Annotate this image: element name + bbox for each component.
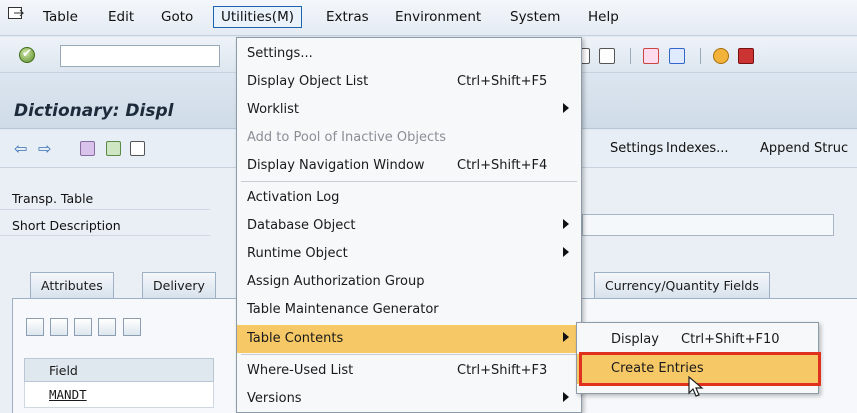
submenu-arrow-icon	[563, 219, 569, 229]
cut-icon[interactable]	[26, 318, 44, 336]
menu-system[interactable]: System	[510, 9, 560, 25]
menu-item-table-maintenance-generator[interactable]: Table Maintenance Generator	[237, 296, 581, 324]
toolbar-icon-group	[574, 48, 757, 64]
menu-extras[interactable]: Extras	[326, 9, 369, 25]
menu-item-add-to-pool: Add to Pool of Inactive Objects	[247, 130, 447, 145]
menu-item-settings[interactable]: Settings...	[237, 40, 581, 68]
mouse-pointer-icon	[688, 376, 704, 397]
menu-goto[interactable]: Goto	[161, 9, 193, 25]
submenu-arrow-icon	[563, 332, 569, 342]
menu-bar: Table Edit Goto Utilities(M) Extras Envi…	[0, 0, 857, 36]
technical-settings-button[interactable]: Settings	[610, 141, 663, 156]
indexes-button[interactable]: Indexes...	[666, 141, 729, 156]
menu-item-display-object-list[interactable]: Display Object List Ctrl+Shift+F5	[237, 68, 581, 96]
table-row[interactable]: MANDT	[24, 382, 214, 408]
forward-arrow-icon[interactable]: ⇨	[38, 139, 51, 158]
menu-item-assign-authorization-group[interactable]: Assign Authorization Group	[237, 268, 581, 296]
toolbar-separator	[630, 48, 632, 64]
menu-help[interactable]: Help	[588, 9, 619, 25]
create-session-icon[interactable]	[643, 48, 660, 64]
menu-item-worklist[interactable]: Worklist	[237, 96, 581, 124]
submenu-arrow-icon	[563, 247, 569, 257]
grid-header: Field	[24, 358, 214, 382]
menu-item-activation-log[interactable]: Activation Log	[237, 184, 581, 212]
field-column-header: Field	[49, 363, 78, 378]
menu-item-table-contents[interactable]: Table Contents	[237, 325, 581, 353]
grid-toolbar	[26, 318, 143, 340]
menu-item-database-object[interactable]: Database Object	[237, 212, 581, 240]
enter-check-icon[interactable]	[19, 46, 35, 63]
short-description-input[interactable]	[582, 214, 834, 236]
tab-attributes[interactable]: Attributes	[30, 272, 114, 298]
shortcut-icon[interactable]	[668, 48, 685, 64]
menu-utilities[interactable]: Utilities(M)	[213, 6, 302, 28]
transp-table-label: Transp. Table	[12, 191, 94, 206]
menu-item-display-navigation-window[interactable]: Display Navigation Window Ctrl+Shift+F4	[237, 152, 581, 180]
menu-item-runtime-object[interactable]: Runtime Object	[237, 240, 581, 268]
change-display-icon[interactable]	[80, 141, 95, 156]
field-name-cell[interactable]: MANDT	[49, 387, 87, 402]
active-inactive-icon[interactable]	[106, 141, 121, 156]
find-next-icon[interactable]	[599, 48, 616, 64]
utilities-dropdown-menu: Settings... Display Object List Ctrl+Shi…	[236, 37, 582, 413]
menu-item-versions[interactable]: Versions	[237, 385, 581, 413]
short-description-label: Short Description	[12, 218, 121, 233]
submenu-arrow-icon	[563, 103, 569, 113]
menu-environment[interactable]: Environment	[395, 9, 481, 25]
customize-layout-icon[interactable]	[737, 48, 754, 64]
copy-icon[interactable]	[50, 318, 69, 336]
insert-row-icon[interactable]	[98, 318, 117, 336]
system-menu-icon[interactable]	[8, 7, 24, 22]
append-structure-button[interactable]: Append Struc	[760, 141, 848, 156]
toolbar-separator	[699, 48, 701, 64]
command-field[interactable]	[60, 45, 220, 67]
tab-currency-quantity-fields[interactable]: Currency/Quantity Fields	[594, 272, 770, 298]
menu-edit[interactable]: Edit	[108, 9, 134, 25]
delete-row-icon[interactable]	[122, 318, 141, 336]
menu-item-where-used-list[interactable]: Where-Used List Ctrl+Shift+F3	[237, 357, 581, 385]
other-object-icon[interactable]	[130, 141, 145, 156]
back-arrow-icon[interactable]: ⇦	[14, 139, 27, 158]
page-title: Dictionary: Displ	[14, 101, 174, 121]
tab-delivery[interactable]: Delivery	[142, 272, 216, 298]
submenu-item-display[interactable]: Display Ctrl+Shift+F10	[577, 325, 818, 355]
menu-separator	[241, 354, 577, 355]
menu-separator	[241, 181, 577, 182]
paste-icon[interactable]	[74, 318, 93, 336]
submenu-arrow-icon	[563, 392, 569, 402]
help-icon[interactable]	[712, 48, 729, 64]
menu-table[interactable]: Table	[43, 9, 78, 25]
